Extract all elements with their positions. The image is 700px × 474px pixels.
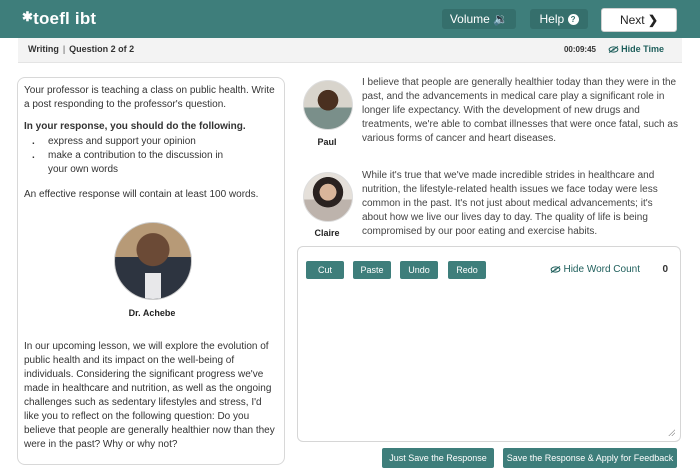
prompt-intro: Your professor is teaching a class on pu… (24, 85, 275, 110)
instructions-heading: In your response, you should do the foll… (24, 121, 246, 132)
save-response-button[interactable]: Just Save the Response (382, 448, 494, 468)
timer: 00:09:45 (563, 45, 596, 54)
paste-button[interactable]: Paste (353, 261, 391, 279)
volume-button[interactable]: Volume 🔉 (442, 9, 516, 29)
hide-word-count-button[interactable]: Hide Word Count (550, 264, 640, 275)
prompt-panel: Your professor is teaching a class on pu… (17, 77, 285, 465)
response-editor[interactable]: Cut Paste Undo Redo Hide Word Count 0 (297, 246, 681, 442)
cut-button[interactable]: Cut (306, 261, 344, 279)
hide-time-button[interactable]: Hide Time (608, 44, 664, 54)
word-requirement: An effective response will contain at le… (24, 189, 259, 200)
hide-word-count-label: Hide Word Count (563, 264, 640, 275)
chevron-right-icon: ❯ (647, 13, 659, 27)
volume-label: Volume (449, 12, 490, 26)
student-post-text: I believe that people are generally heal… (362, 77, 678, 144)
question-circle-icon: ? (567, 14, 579, 26)
next-button[interactable]: Next ❯ (601, 8, 677, 32)
redo-button[interactable]: Redo (448, 261, 486, 279)
help-button[interactable]: Help ? (530, 9, 588, 29)
help-label: Help (539, 12, 565, 26)
save-and-feedback-button[interactable]: Save the Response & Apply for Feedback (503, 448, 677, 468)
eye-slash-icon (608, 46, 619, 54)
hide-time-label: Hide Time (621, 44, 664, 54)
speaker-icon: 🔉 (493, 12, 509, 26)
undo-button[interactable]: Undo (400, 261, 438, 279)
student-post-text: While it's true that we've made incredib… (362, 170, 658, 237)
eye-slash-icon (550, 265, 561, 273)
list-item: . express and support your opinion (32, 136, 196, 147)
resize-handle[interactable] (668, 429, 675, 436)
professor-question: In our upcoming lesson, we will explore … (24, 341, 275, 450)
avatar (303, 80, 353, 130)
next-label: Next (619, 13, 645, 27)
section-label: Writing (28, 44, 59, 54)
avatar (303, 172, 353, 222)
breadcrumb: Writing | Question 2 of 2 (28, 44, 135, 54)
response-textarea[interactable] (304, 287, 676, 437)
question-bar: Writing | Question 2 of 2 00:09:45 Hide Ti… (18, 38, 682, 63)
question-number: Question 2 of 2 (69, 44, 135, 54)
student-name: Claire (314, 228, 340, 238)
top-bar: ✱toefl ibt Volume 🔉 Help ? Next ❯ (0, 0, 700, 38)
list-item: . make a contribution to the discussion i… (32, 150, 224, 161)
student-name: Paul (317, 137, 337, 147)
professor-name: Dr. Achebe (128, 308, 176, 318)
toefl-logo: ✱toefl ibt (22, 9, 97, 28)
professor-avatar (114, 222, 192, 300)
word-count: 0 (662, 264, 668, 275)
instruction-list: . express and support your opinion . make … (32, 135, 272, 177)
list-item: your own words (48, 164, 119, 175)
